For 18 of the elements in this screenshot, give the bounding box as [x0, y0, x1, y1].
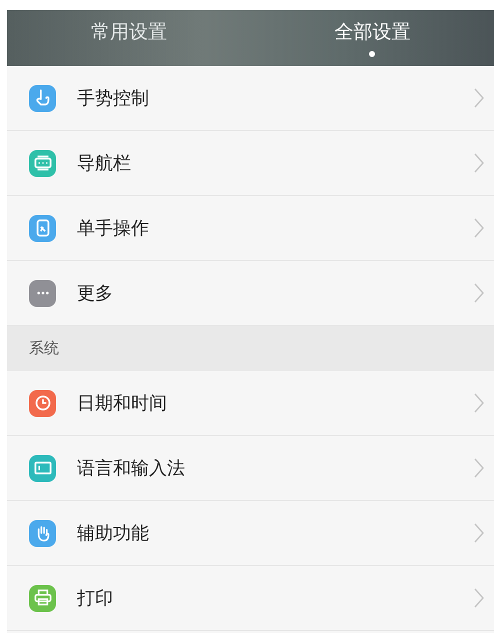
chevron-icon — [474, 88, 484, 108]
chevron-icon — [474, 393, 484, 413]
chevron-icon — [474, 283, 484, 303]
settings-item[interactable]: 语言和输入法 — [7, 436, 494, 501]
chevron-icon — [474, 523, 484, 543]
section-title: 系统 — [29, 339, 59, 358]
settings-item[interactable]: 导航栏 — [7, 131, 494, 196]
chevron-icon — [474, 458, 484, 478]
settings-item[interactable]: 单手操作 — [7, 196, 494, 261]
settings-item[interactable]: 日期和时间 — [7, 371, 494, 436]
chevron-icon — [474, 153, 484, 173]
tab[interactable]: 全部设置 — [250, 10, 494, 66]
settings-item[interactable]: 辅助功能 — [7, 501, 494, 566]
chevron-icon — [474, 218, 484, 238]
settings-item[interactable]: 手势控制 — [7, 66, 494, 131]
chevron-icon — [474, 588, 484, 608]
tab[interactable]: 常用设置 — [7, 10, 250, 66]
settings-item[interactable]: 打印 — [7, 566, 494, 631]
